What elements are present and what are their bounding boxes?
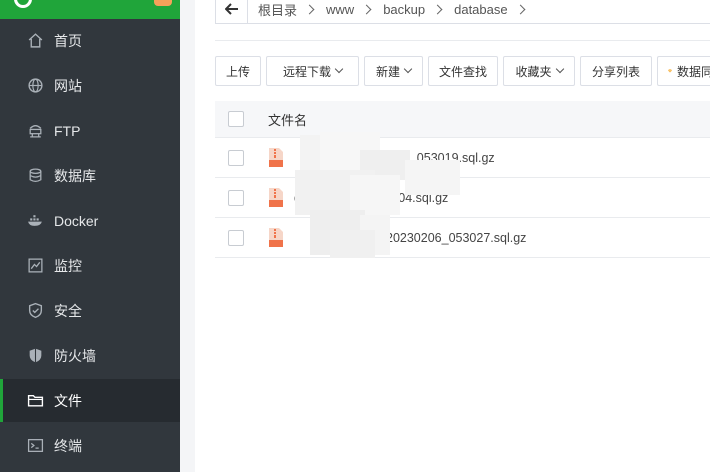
diamond-icon — [668, 69, 672, 74]
column-header-filename[interactable]: 文件名 — [268, 110, 307, 129]
chevron-down-icon — [334, 64, 344, 74]
breadcrumb: 根目录 www backup database — [248, 0, 537, 19]
sidebar-header — [0, 0, 180, 19]
chevron-right-icon — [304, 4, 315, 14]
path-bar: 根目录 www backup database — [215, 0, 710, 24]
file-name[interactable]: 206_053019.sql.gz — [389, 151, 495, 165]
chevron-right-icon — [432, 4, 443, 14]
sidebar-item-label: 网站 — [54, 77, 82, 94]
notification-badge[interactable] — [154, 0, 172, 6]
file-search-button[interactable]: 文件查找 — [428, 56, 498, 86]
chevron-right-icon — [515, 4, 526, 14]
file-name[interactable]: d_20230206_053004.sql.gz — [294, 191, 448, 205]
sidebar-item-label: 安全 — [54, 302, 82, 319]
sidebar-item-label: 防火墙 — [54, 347, 96, 364]
divider — [215, 40, 710, 41]
breadcrumb-item[interactable]: 根目录 — [258, 0, 297, 19]
sidebar: 首页 网站 FTP 数据库 Docker 监控 安全 防火墙 文件 终端 — [0, 0, 180, 472]
folder-icon — [26, 392, 44, 410]
sidebar-item-label: 数据库 — [54, 167, 96, 184]
sidebar-item-label: 终端 — [54, 437, 82, 454]
sidebar-item-ftp[interactable]: FTP — [0, 109, 180, 152]
new-button[interactable]: 新建 — [364, 56, 423, 86]
share-list-button[interactable]: 分享列表 — [580, 56, 652, 86]
sidebar-item-home[interactable]: 首页 — [0, 19, 180, 62]
chevron-right-icon — [361, 4, 372, 14]
database-button[interactable]: 数据同 — [657, 56, 710, 86]
upload-button[interactable]: 上传 — [215, 56, 261, 86]
toolbar: 上传 远程下载 新建 文件查找 收藏夹 分享列表 数据同 — [215, 56, 710, 86]
home-icon — [26, 32, 44, 50]
ftp-icon — [26, 122, 44, 140]
row-checkbox[interactable] — [228, 149, 244, 166]
table-row[interactable]: 20230206_053027.sql.gz — [215, 218, 710, 258]
breadcrumb-item[interactable]: database — [454, 2, 508, 17]
terminal-icon — [26, 437, 44, 455]
sidebar-item-monitor[interactable]: 监控 — [0, 244, 180, 287]
breadcrumb-item[interactable]: backup — [383, 2, 425, 17]
database-icon — [26, 167, 44, 185]
firewall-icon — [26, 347, 44, 365]
file-table: 文件名 206_053019.sql.gz d_20230206_053004.… — [215, 101, 710, 258]
docker-icon — [26, 212, 44, 230]
chevron-down-icon — [403, 64, 413, 74]
sidebar-item-firewall[interactable]: 防火墙 — [0, 334, 180, 377]
breadcrumb-item[interactable]: www — [326, 2, 354, 17]
table-row[interactable]: 206_053019.sql.gz — [215, 138, 710, 178]
table-row[interactable]: d_20230206_053004.sql.gz — [215, 178, 710, 218]
row-checkbox[interactable] — [228, 189, 244, 206]
archive-file-icon — [269, 228, 283, 247]
sidebar-item-files[interactable]: 文件 — [0, 379, 180, 422]
sidebar-item-label: 首页 — [54, 32, 82, 49]
remote-download-button[interactable]: 远程下载 — [266, 56, 359, 86]
shield-icon — [26, 302, 44, 320]
sidebar-item-label: 监控 — [54, 257, 82, 274]
sidebar-item-label: Docker — [54, 212, 99, 229]
sidebar-item-website[interactable]: 网站 — [0, 64, 180, 107]
select-all-checkbox[interactable] — [228, 111, 244, 127]
table-header: 文件名 — [215, 101, 710, 138]
logo-icon — [14, 0, 32, 8]
sidebar-item-database[interactable]: 数据库 — [0, 154, 180, 197]
sidebar-item-label: 文件 — [54, 392, 82, 409]
chevron-down-icon — [555, 64, 564, 74]
row-checkbox[interactable] — [228, 229, 244, 246]
sidebar-item-label: FTP — [54, 122, 81, 139]
archive-file-icon — [269, 148, 283, 167]
sidebar-item-security[interactable]: 安全 — [0, 289, 180, 332]
favorites-button[interactable]: 收藏夹 — [503, 56, 575, 86]
file-name[interactable]: 20230206_053027.sql.gz — [386, 231, 526, 245]
monitor-icon — [26, 257, 44, 275]
arrow-left-icon — [224, 3, 238, 15]
sidebar-item-terminal[interactable]: 终端 — [0, 424, 180, 467]
globe-icon — [26, 77, 44, 95]
sidebar-item-docker[interactable]: Docker — [0, 199, 180, 242]
file-manager: 根目录 www backup database 上传 远程下载 新建 文件查找 … — [195, 0, 710, 472]
back-button[interactable] — [216, 0, 248, 23]
archive-file-icon — [269, 188, 283, 207]
